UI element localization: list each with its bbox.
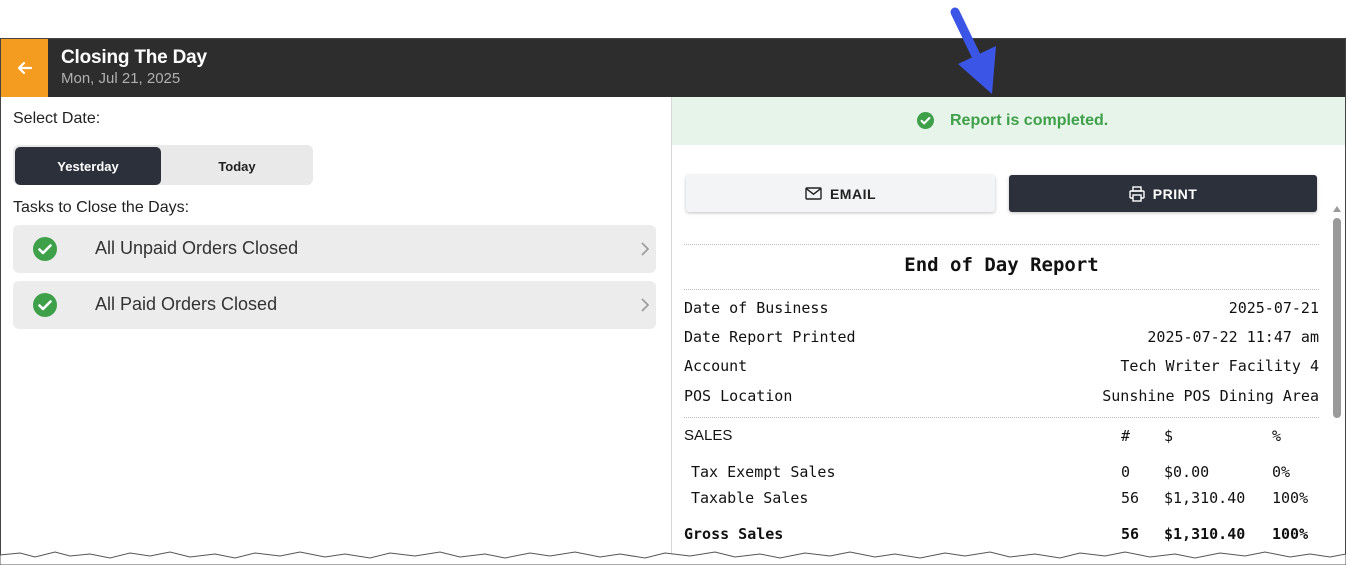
gross-sales-count: 56 bbox=[1121, 525, 1140, 543]
sales-row: Tax Exempt Sales 0 $0.00 0% bbox=[684, 463, 1319, 485]
report-status-banner: Report is completed. bbox=[672, 97, 1345, 145]
date-option-today[interactable]: Today bbox=[163, 147, 311, 185]
print-button-label: PRINT bbox=[1152, 185, 1198, 202]
task-label: All Paid Orders Closed bbox=[95, 294, 278, 314]
page-title: Closing The Day bbox=[61, 47, 207, 68]
info-value: Tech Writer Facility 4 bbox=[1120, 357, 1319, 375]
gross-sales-percent: 100% bbox=[1272, 525, 1309, 543]
sales-header-label: SALES bbox=[684, 427, 733, 444]
page-date-subtitle: Mon, Jul 21, 2025 bbox=[61, 70, 181, 87]
sales-header-amount: $ bbox=[1164, 427, 1174, 445]
report-info-row: Date Report Printed 2025-07-22 11:47 am bbox=[684, 328, 1319, 350]
print-button[interactable]: PRINT bbox=[1009, 175, 1317, 212]
task-item-paid-orders[interactable]: All Paid Orders Closed bbox=[13, 281, 656, 329]
tasks-label: Tasks to Close the Days: bbox=[13, 199, 190, 216]
printer-icon bbox=[1129, 185, 1145, 202]
select-date-label: Select Date: bbox=[13, 110, 101, 127]
top-header-bar: Closing The Day Mon, Jul 21, 2025 bbox=[1, 39, 1345, 97]
sales-header-row: SALES # $ % bbox=[684, 427, 1319, 449]
email-button-label: EMAIL bbox=[829, 185, 877, 202]
date-segmented-control: Yesterday Today bbox=[13, 145, 313, 185]
envelope-icon bbox=[805, 187, 822, 200]
report-separator bbox=[684, 417, 1319, 418]
info-key: Date Report Printed bbox=[684, 328, 856, 346]
sales-row-amount: $0.00 bbox=[1164, 463, 1210, 481]
info-key: Account bbox=[684, 357, 748, 375]
report-info-row: POS Location Sunshine POS Dining Area bbox=[684, 387, 1319, 409]
closing-the-day-window: Closing The Day Mon, Jul 21, 2025 Select… bbox=[0, 38, 1346, 565]
scroll-up-arrow-icon[interactable] bbox=[1333, 206, 1341, 212]
sales-row-amount: $1,310.40 bbox=[1164, 489, 1246, 507]
report-status-text: Report is completed. bbox=[950, 112, 1109, 129]
back-button[interactable] bbox=[1, 39, 48, 97]
check-circle-icon bbox=[33, 293, 57, 317]
info-key: POS Location bbox=[684, 387, 793, 405]
sales-row: Taxable Sales 56 $1,310.40 100% bbox=[684, 489, 1319, 511]
report-info-row: Account Tech Writer Facility 4 bbox=[684, 357, 1319, 379]
report-panel: Report is completed. EMAIL PRINT End of … bbox=[672, 97, 1345, 565]
gross-sales-row: Gross Sales 56 $1,310.40 100% bbox=[684, 525, 1319, 547]
tasks-panel: Select Date: Yesterday Today Tasks to Cl… bbox=[1, 97, 671, 565]
info-value: 2025-07-21 bbox=[1228, 299, 1319, 317]
sales-header-count: # bbox=[1121, 427, 1131, 445]
annotation-arrow-icon bbox=[950, 7, 996, 94]
report-title: End of Day Report bbox=[904, 254, 1099, 276]
scroll-thumb[interactable] bbox=[1333, 218, 1341, 418]
gross-sales-amount: $1,310.40 bbox=[1164, 525, 1246, 543]
check-circle-icon bbox=[33, 237, 57, 261]
sales-row-percent: 100% bbox=[1272, 489, 1309, 507]
arrow-left-icon bbox=[17, 61, 32, 75]
gross-sales-label: Gross Sales bbox=[684, 525, 784, 543]
email-button[interactable]: EMAIL bbox=[686, 175, 995, 212]
chevron-right-icon bbox=[641, 242, 650, 256]
sales-row-percent: 0% bbox=[1272, 463, 1291, 481]
report-scrollbar[interactable] bbox=[1331, 204, 1343, 565]
check-circle-icon bbox=[917, 112, 934, 129]
info-key: Date of Business bbox=[684, 299, 829, 317]
info-value: 2025-07-22 11:47 am bbox=[1147, 328, 1319, 346]
report-separator bbox=[684, 289, 1319, 290]
task-label: All Unpaid Orders Closed bbox=[95, 238, 299, 258]
date-option-yesterday[interactable]: Yesterday bbox=[15, 147, 161, 185]
task-item-unpaid-orders[interactable]: All Unpaid Orders Closed bbox=[13, 225, 656, 273]
sales-header-percent: % bbox=[1272, 427, 1282, 445]
torn-edge-decoration bbox=[0, 551, 1346, 565]
chevron-right-icon bbox=[641, 298, 650, 312]
sales-row-label: Taxable Sales bbox=[691, 489, 809, 507]
report-info-row: Date of Business 2025-07-21 bbox=[684, 299, 1319, 321]
sales-row-count: 56 bbox=[1121, 489, 1140, 507]
info-value: Sunshine POS Dining Area bbox=[1102, 387, 1319, 405]
report-separator bbox=[684, 244, 1319, 245]
sales-row-count: 0 bbox=[1121, 463, 1131, 481]
sales-row-label: Tax Exempt Sales bbox=[691, 463, 836, 481]
